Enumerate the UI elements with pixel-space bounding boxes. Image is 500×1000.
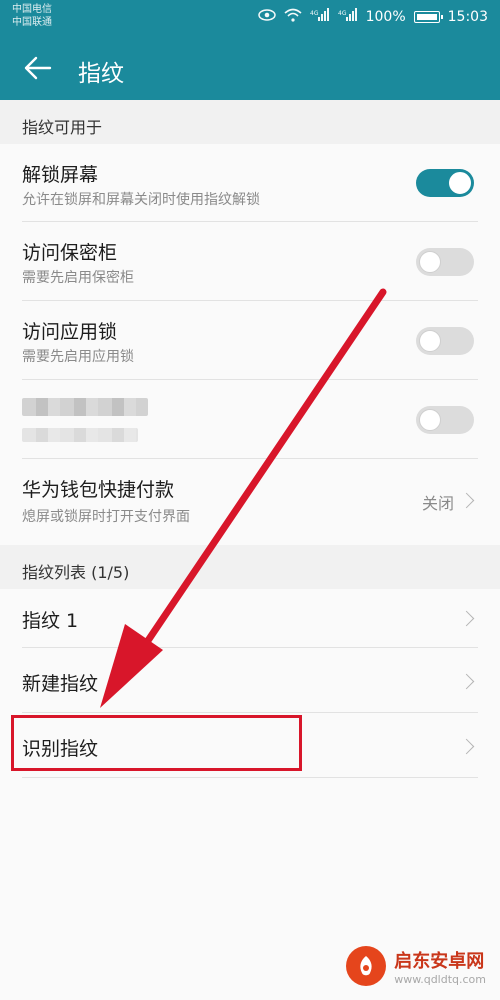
carrier-1: 中国电信 — [12, 4, 52, 15]
safe-toggle[interactable] — [416, 248, 474, 276]
setting-row-unlock-screen[interactable]: 解锁屏幕 允许在锁屏和屏幕关闭时使用指纹解锁 — [0, 144, 500, 222]
divider — [22, 777, 478, 778]
setting-row-app-lock[interactable]: 访问应用锁 需要先启用应用锁 — [0, 301, 500, 379]
unlock-screen-toggle[interactable] — [416, 169, 474, 197]
watermark-logo-icon — [346, 946, 387, 986]
watermark-text: 启东安卓网 www.qdldtq.com — [394, 947, 486, 986]
wifi-icon — [284, 8, 302, 26]
redacted-toggle[interactable] — [416, 406, 474, 434]
setting-subtitle: 需要先启用应用锁 — [22, 349, 134, 365]
redacted-subtitle — [22, 428, 138, 442]
battery-icon — [413, 11, 443, 23]
clock: 15:03 — [447, 9, 488, 25]
setting-row-redacted[interactable] — [0, 380, 500, 458]
setting-title: 访问应用锁 — [22, 321, 118, 343]
setting-row-wallet[interactable]: 华为钱包快捷付款 熄屏或锁屏时打开支付界面 关闭 — [0, 459, 500, 543]
setting-subtitle: 需要先启用保密柜 — [22, 270, 134, 286]
status-bar: 中国电信 中国联通 4G 4G 100% 15:03 — [0, 0, 500, 36]
setting-subtitle: 熄屏或锁屏时打开支付界面 — [22, 509, 190, 525]
list-item-label: 指纹 1 — [22, 610, 79, 632]
section-header-usage: 指纹可用于 — [0, 100, 500, 144]
page-title: 指纹 — [78, 61, 124, 87]
svg-text:4G: 4G — [310, 10, 319, 17]
list-item-fingerprint-1[interactable]: 指纹 1 — [0, 589, 500, 647]
list-item-label: 新建指纹 — [22, 673, 99, 695]
app-bar: 指纹 — [0, 36, 500, 100]
redacted-title — [22, 398, 148, 416]
setting-title: 华为钱包快捷付款 — [22, 479, 175, 501]
wallet-value: 关闭 — [421, 494, 454, 513]
svg-text:4G: 4G — [338, 10, 347, 17]
carrier-labels: 中国电信 中国联通 — [12, 3, 52, 29]
setting-subtitle: 允许在锁屏和屏幕关闭时使用指纹解锁 — [22, 192, 260, 208]
setting-title: 访问保密柜 — [22, 242, 118, 264]
annotation-highlight-box — [11, 715, 302, 771]
setting-title: 解锁屏幕 — [22, 164, 99, 186]
signal-4g-icon: 4G — [338, 8, 358, 26]
list-item-new-fingerprint[interactable]: 新建指纹 — [0, 648, 500, 712]
chevron-right-icon — [458, 738, 475, 755]
watermark: 启东安卓网 www.qdldtq.com — [346, 946, 486, 986]
status-icons: 4G 4G 100% 15:03 — [257, 8, 488, 26]
chevron-right-icon — [458, 492, 475, 509]
carrier-2: 中国联通 — [12, 17, 52, 28]
eye-icon — [257, 9, 276, 25]
section-header-list: 指纹列表 (1/5) — [0, 545, 500, 589]
battery-percent: 100% — [365, 9, 406, 25]
chevron-right-icon — [458, 610, 475, 627]
signal-4g-icon: 4G — [310, 8, 330, 26]
arrow-left-icon[interactable] — [20, 50, 56, 86]
watermark-url: www.qdldtq.com — [394, 972, 486, 986]
chevron-right-icon — [458, 673, 475, 690]
watermark-name: 启东安卓网 — [394, 950, 485, 972]
setting-row-safe[interactable]: 访问保密柜 需要先启用保密柜 — [0, 222, 500, 300]
app-lock-toggle[interactable] — [416, 327, 474, 355]
